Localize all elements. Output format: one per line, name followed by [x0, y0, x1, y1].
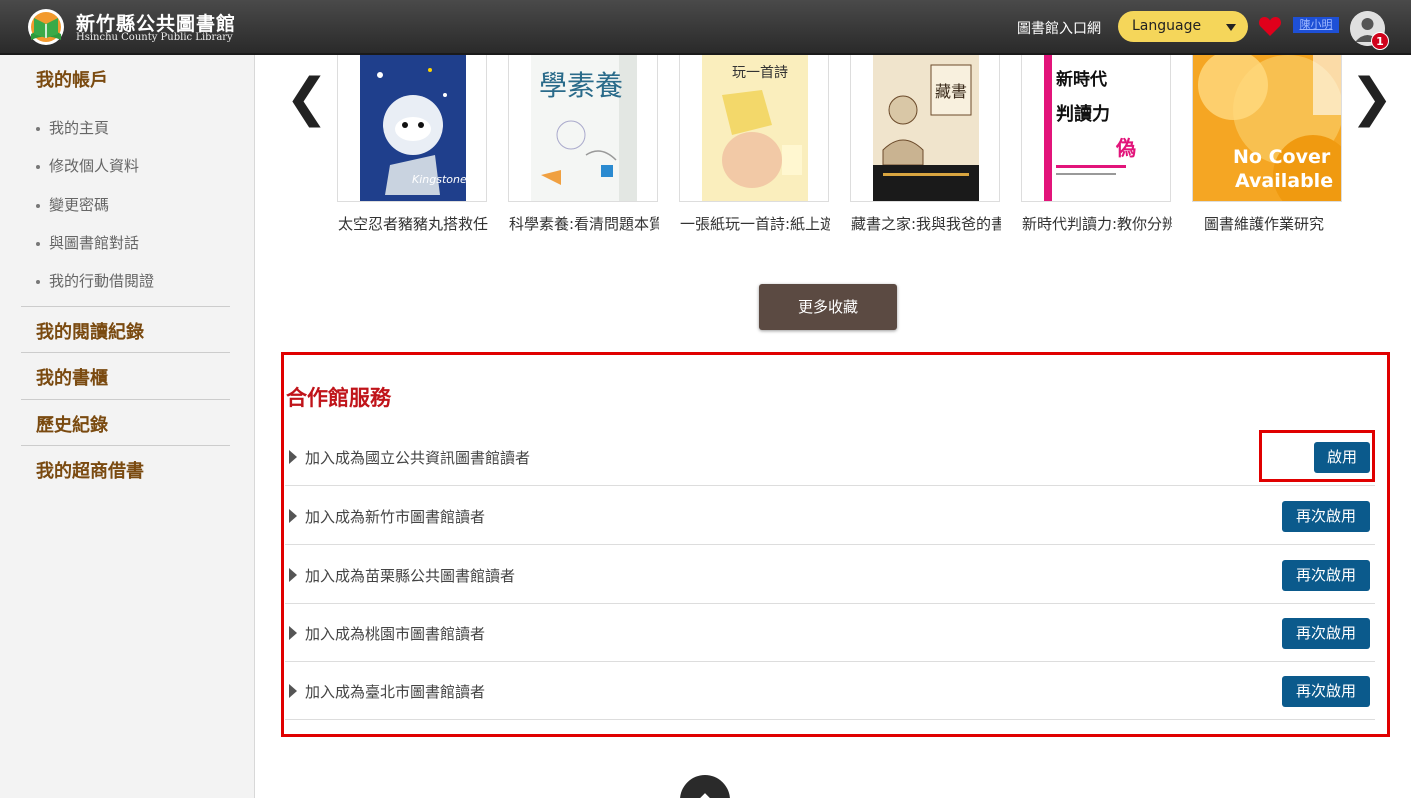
- book-title[interactable]: 圖書維護作業研究: [1204, 213, 1354, 234]
- sidebar-item-label: 與圖書館對話: [49, 234, 140, 252]
- sidebar-section-reading[interactable]: 我的閱讀紀錄: [36, 318, 144, 344]
- book-card[interactable]: Kingstone: [337, 55, 487, 202]
- cover-text: Kingstone: [412, 173, 466, 186]
- partner-row-label[interactable]: 加入成為國立公共資訊圖書館讀者: [305, 447, 530, 468]
- book-cover-image: 學素養: [531, 55, 637, 201]
- book-title[interactable]: 藏書之家:我與我爸的書: [851, 213, 1001, 234]
- caret-right-icon[interactable]: [289, 684, 297, 698]
- notification-badge[interactable]: 1: [1371, 32, 1389, 50]
- partner-row-label[interactable]: 加入成為新竹市圖書館讀者: [305, 506, 485, 527]
- re-enable-button[interactable]: 再次啟用: [1282, 618, 1370, 649]
- book-title[interactable]: 太空忍者豬豬丸搭救任務: [338, 213, 488, 234]
- sidebar-item-label: 我的行動借閱證: [49, 272, 155, 290]
- sidebar-item-label: 修改個人資料: [49, 157, 140, 175]
- sidebar: 我的帳戶 我的主頁 修改個人資料 變更密碼 與圖書館對話 我的行動借閱證 我的閱…: [0, 55, 255, 798]
- caret-right-icon[interactable]: [289, 450, 297, 464]
- sidebar-item-edit-profile[interactable]: 修改個人資料: [36, 155, 139, 176]
- sidebar-item-mobile-card[interactable]: 我的行動借閱證: [36, 270, 154, 291]
- re-enable-button[interactable]: 再次啟用: [1282, 676, 1370, 707]
- book-cover-image: 藏書: [873, 55, 979, 201]
- sidebar-divider: [21, 306, 230, 307]
- sidebar-item-change-password[interactable]: 變更密碼: [36, 194, 109, 215]
- enable-button-highlight-box: [1259, 430, 1375, 482]
- bullet-icon: [36, 126, 40, 131]
- scroll-to-top-button[interactable]: [680, 775, 730, 798]
- sidebar-divider: [21, 399, 230, 400]
- re-enable-button[interactable]: 再次啟用: [1282, 501, 1370, 532]
- chevron-up-icon: [700, 793, 710, 798]
- cover-text: 藏書: [935, 82, 967, 101]
- caret-right-icon[interactable]: [289, 568, 297, 582]
- partner-row-label[interactable]: 加入成為臺北市圖書館讀者: [305, 681, 485, 702]
- svg-text:新時代: 新時代: [1056, 69, 1107, 90]
- book-cover-image: Kingstone: [360, 55, 466, 201]
- library-portal-link[interactable]: 圖書館入口網: [1017, 18, 1101, 38]
- logo-title-en: Hsinchu County Public Library: [76, 32, 233, 43]
- heart-icon[interactable]: [1258, 15, 1282, 37]
- book-card[interactable]: 玩一首詩: [679, 55, 829, 202]
- bullet-icon: [36, 203, 40, 208]
- partner-row: 加入成為國立公共資訊圖書館讀者 啟用: [285, 428, 1375, 486]
- book-title[interactable]: 新時代判讀力:教你分辨真偽: [1022, 213, 1172, 234]
- top-header: 新竹縣公共圖書館 Hsinchu County Public Library 圖…: [0, 0, 1411, 55]
- bullet-icon: [36, 241, 40, 246]
- no-cover-image: No Cover Available: [1193, 55, 1341, 201]
- book-card[interactable]: 藏書: [850, 55, 1000, 202]
- re-enable-button[interactable]: 再次啟用: [1282, 560, 1370, 591]
- partner-row: 加入成為新竹市圖書館讀者 再次啟用: [285, 487, 1375, 545]
- caret-right-icon[interactable]: [289, 509, 297, 523]
- caret-down-icon: [1226, 24, 1236, 31]
- sidebar-section-shelf[interactable]: 我的書櫃: [36, 364, 108, 390]
- book-cover-image: 新時代 判讀力 偽: [1044, 55, 1150, 201]
- caret-right-icon[interactable]: [289, 626, 297, 640]
- user-name-link[interactable]: 陳小明: [1293, 17, 1339, 33]
- sidebar-item-home[interactable]: 我的主頁: [36, 117, 109, 138]
- sidebar-item-label: 變更密碼: [49, 196, 110, 214]
- language-select[interactable]: Language: [1118, 11, 1248, 42]
- cover-text: 判讀力: [1056, 103, 1110, 125]
- book-card[interactable]: No Cover Available: [1192, 55, 1342, 202]
- sidebar-divider: [21, 352, 230, 353]
- svg-text:No Cover: No Cover: [1233, 146, 1331, 168]
- book-card[interactable]: 學素養: [508, 55, 658, 202]
- language-select-label: Language: [1132, 18, 1202, 34]
- partner-row-label[interactable]: 加入成為苗栗縣公共圖書館讀者: [305, 565, 515, 586]
- sidebar-section-store[interactable]: 我的超商借書: [36, 457, 144, 483]
- cover-text: 學素養: [539, 69, 623, 102]
- partner-row-label[interactable]: 加入成為桃園市圖書館讀者: [305, 623, 485, 644]
- sidebar-section-account[interactable]: 我的帳戶: [36, 66, 108, 92]
- partner-services-title: 合作館服務: [286, 386, 391, 410]
- sidebar-section-history[interactable]: 歷史紀錄: [36, 411, 108, 437]
- carousel-next-arrow-icon[interactable]: ❯: [1350, 68, 1394, 128]
- svg-text:偽: 偽: [1115, 136, 1136, 160]
- library-logo-icon[interactable]: [26, 8, 66, 46]
- partner-row: 加入成為臺北市圖書館讀者 再次啟用: [285, 662, 1375, 720]
- cover-text: 玩一首詩: [732, 65, 788, 81]
- partner-row: 加入成為苗栗縣公共圖書館讀者 再次啟用: [285, 546, 1375, 604]
- partner-row: 加入成為桃園市圖書館讀者 再次啟用: [285, 604, 1375, 662]
- bullet-icon: [36, 164, 40, 169]
- more-collections-button[interactable]: 更多收藏: [759, 284, 897, 330]
- svg-text:Available: Available: [1235, 170, 1333, 192]
- sidebar-item-label: 我的主頁: [49, 119, 110, 137]
- book-title[interactable]: 一張紙玩一首詩:紙上遊戲: [680, 213, 830, 234]
- bullet-icon: [36, 279, 40, 284]
- carousel-prev-arrow-icon[interactable]: ❮: [285, 68, 329, 128]
- book-card[interactable]: 新時代 判讀力 偽: [1021, 55, 1171, 202]
- book-title[interactable]: 科學素養:看清問題本質: [509, 213, 659, 234]
- sidebar-divider: [21, 445, 230, 446]
- sidebar-item-library-chat[interactable]: 與圖書館對話: [36, 232, 139, 253]
- book-cover-image: 玩一首詩: [702, 55, 808, 201]
